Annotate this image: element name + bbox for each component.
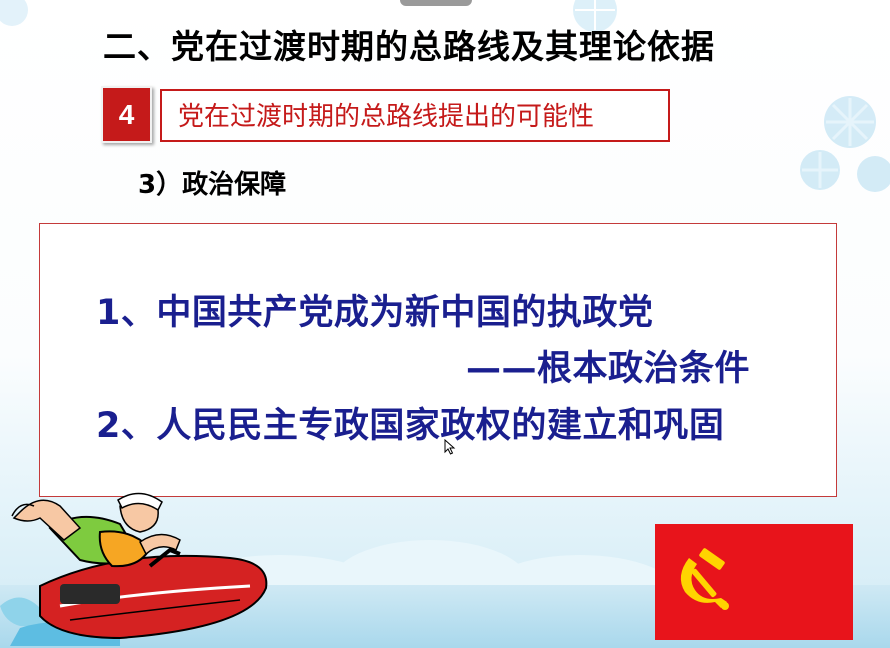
- list-item: 2、人民民主专政国家政权的建立和巩固: [96, 406, 725, 446]
- slide-canvas: 二、党在过渡时期的总路线及其理论依据 4 党在过渡时期的总路线提出的可能性 3）…: [0, 0, 890, 648]
- list-item-note: ——根本政治条件: [466, 349, 751, 389]
- number-badge: 4: [101, 86, 152, 143]
- hammer-sickle-icon: [680, 548, 729, 610]
- subtitle-box: 党在过渡时期的总路线提出的可能性: [160, 89, 670, 142]
- mouse-pointer-icon: [444, 439, 456, 455]
- snowflake-icon: [800, 96, 890, 192]
- jet-ski-illustration: [0, 492, 268, 646]
- list-item: 1、中国共产党成为新中国的执政党: [96, 293, 654, 333]
- window-tab[interactable]: [400, 0, 472, 6]
- party-flag: [655, 524, 853, 640]
- section-label: 3）政治保障: [138, 170, 287, 200]
- snowflake-icon: [0, 0, 28, 26]
- page-title: 二、党在过渡时期的总路线及其理论依据: [103, 27, 715, 66]
